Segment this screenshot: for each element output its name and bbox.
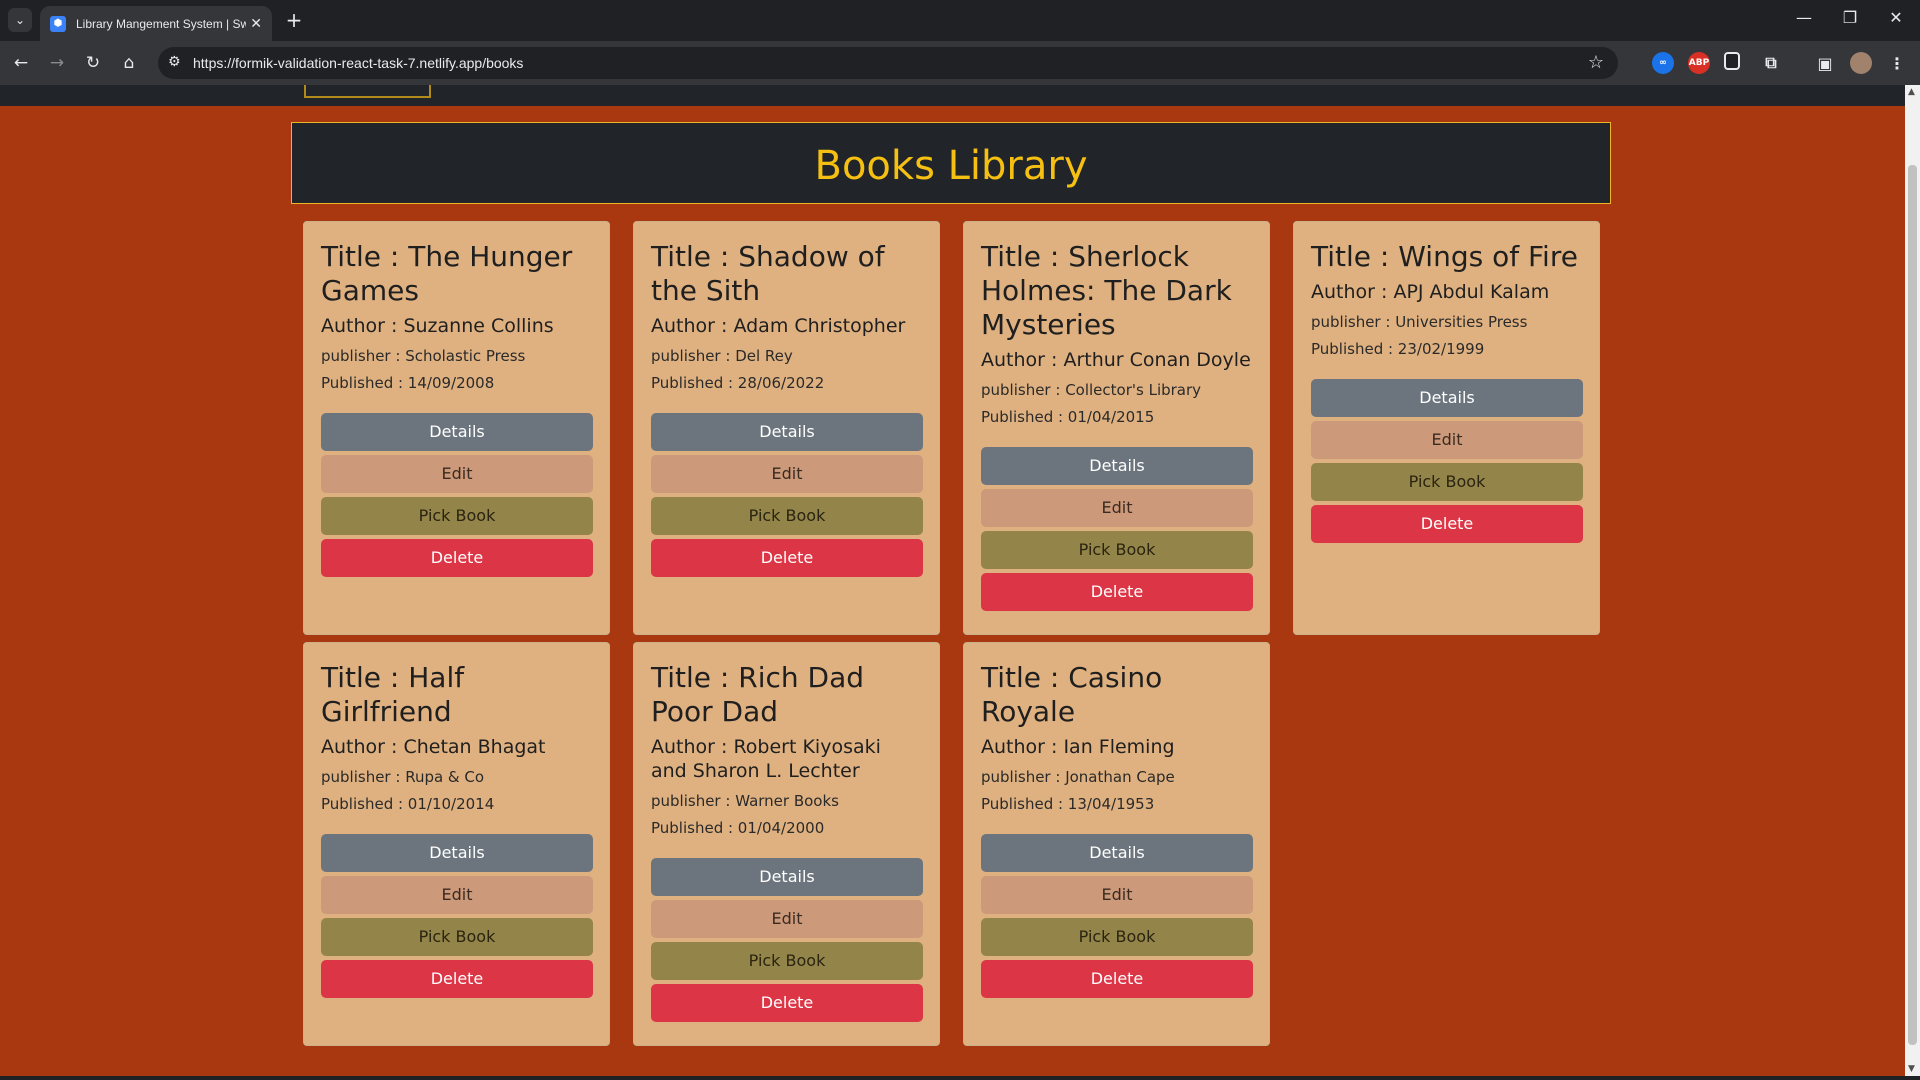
details-button[interactable]: Details bbox=[981, 447, 1253, 485]
book-title: Title : The Hunger Games bbox=[321, 240, 573, 307]
page-title: Books Library bbox=[814, 143, 1088, 189]
book-publisher: publisher : Jonathan Cape bbox=[981, 768, 1175, 786]
book-title: Title : Casino Royale bbox=[981, 661, 1163, 728]
book-publisher: publisher : Rupa & Co bbox=[321, 768, 485, 786]
book-title: Title : Sherlock Holmes: The Dark Myster… bbox=[981, 240, 1232, 341]
browser-tab-bar: ⌄ ⬢ Library Mangement System | Sw ✕ + — … bbox=[0, 0, 1920, 41]
edit-button[interactable]: Edit bbox=[651, 900, 923, 938]
book-author: Author : Arthur Conan Doyle bbox=[981, 349, 1251, 371]
bookmark-star-icon[interactable]: ☆ bbox=[1588, 52, 1604, 73]
delete-button[interactable]: Delete bbox=[981, 960, 1253, 998]
edit-button[interactable]: Edit bbox=[981, 876, 1253, 914]
edit-button[interactable]: Edit bbox=[651, 455, 923, 493]
book-card: Title : Sherlock Holmes: The Dark Myster… bbox=[963, 221, 1270, 635]
browser-toolbar: ← → ↻ ⌂ ⚙ https://formik-validation-reac… bbox=[0, 41, 1920, 85]
chevron-down-icon: ⌄ bbox=[14, 13, 26, 27]
address-bar[interactable]: ⚙ https://formik-validation-react-task-7… bbox=[158, 47, 1618, 79]
book-author: Author : APJ Abdul Kalam bbox=[1311, 281, 1550, 303]
book-card: Title : The Hunger Games Author : Suzann… bbox=[303, 221, 610, 635]
extensions-puzzle-icon[interactable]: ⧉ bbox=[1760, 52, 1782, 74]
pick-book-button[interactable]: Pick Book bbox=[651, 497, 923, 535]
details-button[interactable]: Details bbox=[1311, 379, 1583, 417]
book-publisher: publisher : Collector's Library bbox=[981, 381, 1202, 399]
pick-book-button[interactable]: Pick Book bbox=[981, 531, 1253, 569]
edit-button[interactable]: Edit bbox=[321, 455, 593, 493]
pick-book-button[interactable]: Pick Book bbox=[321, 497, 593, 535]
close-icon[interactable]: ✕ bbox=[250, 16, 262, 32]
pick-book-button[interactable]: Pick Book bbox=[321, 918, 593, 956]
minimize-icon[interactable]: — bbox=[1784, 8, 1824, 27]
book-card: Title : Rich Dad Poor Dad Author : Rober… bbox=[633, 642, 940, 1046]
book-publisher: publisher : Del Rey bbox=[651, 347, 793, 365]
book-published: Published : 28/06/2022 bbox=[651, 374, 825, 392]
book-published: Published : 01/10/2014 bbox=[321, 795, 495, 813]
scrollbar-thumb[interactable] bbox=[1908, 165, 1917, 1045]
book-published: Published : 01/04/2015 bbox=[981, 408, 1155, 426]
extension-icon[interactable]: ∞ bbox=[1652, 52, 1674, 74]
delete-button[interactable]: Delete bbox=[651, 539, 923, 577]
book-card: Title : Shadow of the Sith Author : Adam… bbox=[633, 221, 940, 635]
edit-button[interactable]: Edit bbox=[321, 876, 593, 914]
book-published: Published : 23/02/1999 bbox=[1311, 340, 1485, 358]
navbar bbox=[0, 85, 1905, 106]
book-author: Author : Robert Kiyosaki and Sharon L. L… bbox=[651, 736, 881, 782]
side-panel-icon[interactable]: ▣ bbox=[1814, 52, 1836, 74]
book-card: Title : Wings of Fire Author : APJ Abdul… bbox=[1293, 221, 1600, 635]
book-author: Author : Suzanne Collins bbox=[321, 315, 554, 337]
details-button[interactable]: Details bbox=[651, 858, 923, 896]
home-icon[interactable]: ⌂ bbox=[116, 51, 142, 75]
book-publisher: publisher : Universities Press bbox=[1311, 313, 1528, 331]
book-author: Author : Adam Christopher bbox=[651, 315, 906, 337]
edit-button[interactable]: Edit bbox=[1311, 421, 1583, 459]
menu-kebab-icon[interactable]: ⋮ bbox=[1886, 52, 1908, 74]
book-title: Title : Wings of Fire bbox=[1311, 240, 1578, 273]
scroll-up-icon[interactable]: ▲ bbox=[1908, 87, 1915, 97]
delete-button[interactable]: Delete bbox=[321, 539, 593, 577]
pick-book-button[interactable]: Pick Book bbox=[1311, 463, 1583, 501]
delete-button[interactable]: Delete bbox=[321, 960, 593, 998]
book-published: Published : 01/04/2000 bbox=[651, 819, 825, 837]
site-info-icon[interactable]: ⚙ bbox=[168, 54, 181, 70]
reload-icon[interactable]: ↻ bbox=[80, 51, 106, 75]
vertical-scrollbar[interactable]: ▲ ▼ bbox=[1905, 85, 1920, 1076]
book-title: Title : Half Girlfriend bbox=[321, 661, 465, 728]
pick-book-button[interactable]: Pick Book bbox=[981, 918, 1253, 956]
forward-icon[interactable]: → bbox=[44, 51, 70, 75]
details-button[interactable]: Details bbox=[321, 413, 593, 451]
book-publisher: publisher : Scholastic Press bbox=[321, 347, 526, 365]
adblock-icon[interactable]: ABP bbox=[1688, 52, 1710, 74]
book-author: Author : Chetan Bhagat bbox=[321, 736, 546, 758]
profile-avatar[interactable] bbox=[1850, 52, 1872, 74]
favicon-icon: ⬢ bbox=[50, 15, 66, 32]
book-published: Published : 13/04/1953 bbox=[981, 795, 1155, 813]
details-button[interactable]: Details bbox=[651, 413, 923, 451]
book-published: Published : 14/09/2008 bbox=[321, 374, 495, 392]
window-close-icon[interactable]: ✕ bbox=[1876, 8, 1916, 27]
book-card: Title : Half Girlfriend Author : Chetan … bbox=[303, 642, 610, 1046]
book-title: Title : Shadow of the Sith bbox=[651, 240, 885, 307]
book-title: Title : Rich Dad Poor Dad bbox=[651, 661, 865, 728]
tab-title: Library Mangement System | Sw bbox=[76, 16, 246, 31]
pick-book-button[interactable]: Pick Book bbox=[651, 942, 923, 980]
book-publisher: publisher : Warner Books bbox=[651, 792, 839, 810]
page-viewport: Books Library Title : The Hunger Games A… bbox=[0, 85, 1905, 1076]
book-author: Author : Ian Fleming bbox=[981, 736, 1175, 758]
nav-button[interactable] bbox=[304, 85, 431, 98]
extension-badge-icon[interactable] bbox=[1724, 52, 1740, 70]
page-header: Books Library bbox=[291, 122, 1611, 204]
details-button[interactable]: Details bbox=[321, 834, 593, 872]
scroll-down-icon[interactable]: ▼ bbox=[1908, 1064, 1915, 1074]
book-card: Title : Casino Royale Author : Ian Flemi… bbox=[963, 642, 1270, 1046]
delete-button[interactable]: Delete bbox=[651, 984, 923, 1022]
restore-icon[interactable]: ❐ bbox=[1830, 8, 1870, 27]
back-icon[interactable]: ← bbox=[8, 51, 34, 75]
tab-list-button[interactable]: ⌄ bbox=[8, 8, 32, 32]
delete-button[interactable]: Delete bbox=[981, 573, 1253, 611]
new-tab-button[interactable]: + bbox=[282, 8, 306, 32]
delete-button[interactable]: Delete bbox=[1311, 505, 1583, 543]
edit-button[interactable]: Edit bbox=[981, 489, 1253, 527]
browser-tab[interactable]: ⬢ Library Mangement System | Sw ✕ bbox=[40, 6, 272, 41]
details-button[interactable]: Details bbox=[981, 834, 1253, 872]
url-text[interactable]: https://formik-validation-react-task-7.n… bbox=[193, 55, 523, 71]
